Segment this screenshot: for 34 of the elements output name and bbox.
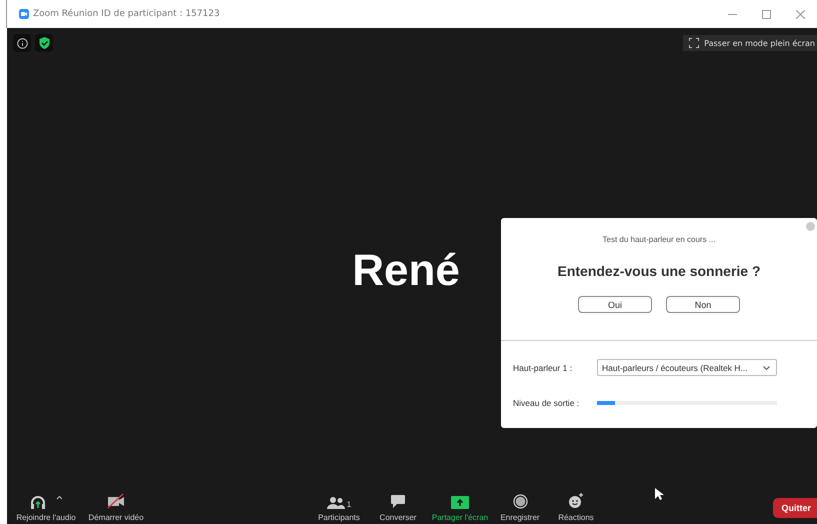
chevron-icon [763,366,770,370]
toolbar-button[interactable]: Réactions [549,491,603,522]
toolbar-button[interactable]: Démarrer vidéo [81,491,151,522]
close-icon[interactable] [796,10,804,18]
video-off-icon [107,493,125,509]
status-text: Test du haut-parleur en cours ... [602,235,716,244]
toolbar-button[interactable]: Enregistrer [491,491,549,522]
yes-button[interactable]: Oui [578,296,652,313]
app-logo-icon [19,9,29,19]
close-icon[interactable] [806,222,815,231]
toolbar-button[interactable]: Converser [367,491,429,522]
question-text: Entendez-vous une sonnerie ? [557,263,761,279]
fullscreen-button[interactable]: Passer en mode plein écran [683,35,817,51]
mouse-cursor-icon [655,488,664,501]
speaker-label: Haut-parleur 1 : [513,362,574,372]
no-button[interactable]: Non [666,296,740,313]
people-icon [326,497,345,509]
smiley-icon [568,493,584,509]
window-title: Zoom Réunion ID de participant : 157123 [33,9,221,19]
info-icon[interactable] [13,34,31,52]
share-screen-button[interactable]: Partager l'écran [429,491,491,522]
share-screen-icon [451,496,469,509]
record-icon [512,494,528,509]
toolbar-button[interactable]: Rejoindre l'audio [11,491,81,522]
quit-button[interactable]: Quitter [773,498,817,518]
toolbar-button[interactable]: 1 Participants [311,491,367,522]
shield-icon[interactable] [35,34,53,52]
speaker-dropdown[interactable]: Haut-parleurs / écouteurs (Realtek H... [597,359,777,376]
headphones-icon [30,495,46,509]
maximize-icon[interactable] [762,10,770,18]
chat-bubble-icon [390,494,406,509]
fullscreen-icon [689,38,700,48]
participant-name: René [352,246,460,296]
output-level-label: Niveau de sortie : [512,398,580,408]
